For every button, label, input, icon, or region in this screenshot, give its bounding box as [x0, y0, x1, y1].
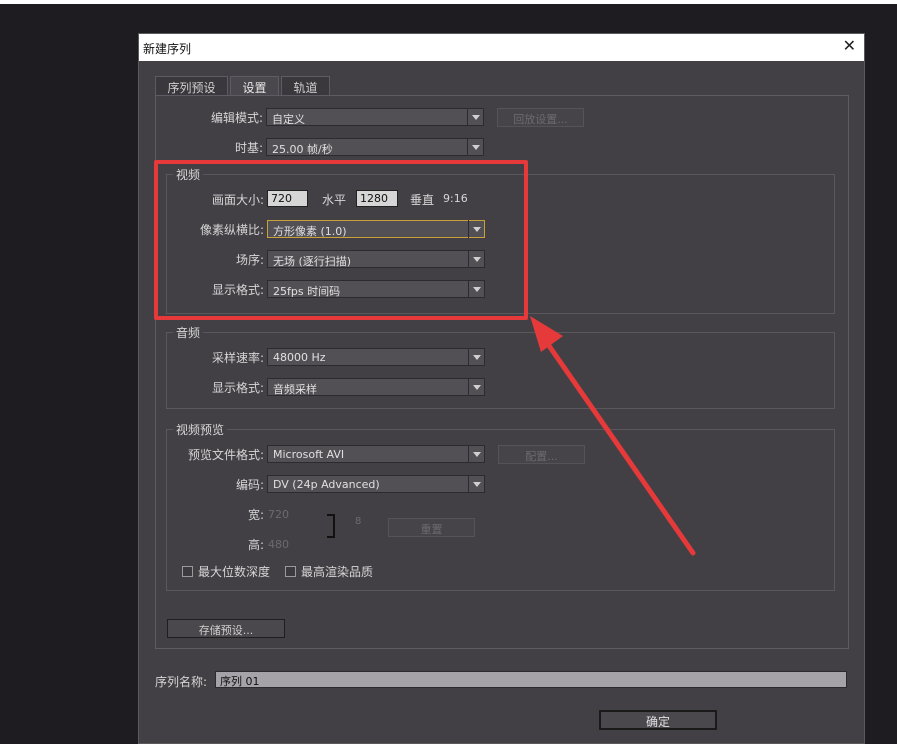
annotation-arrow: [530, 316, 696, 556]
